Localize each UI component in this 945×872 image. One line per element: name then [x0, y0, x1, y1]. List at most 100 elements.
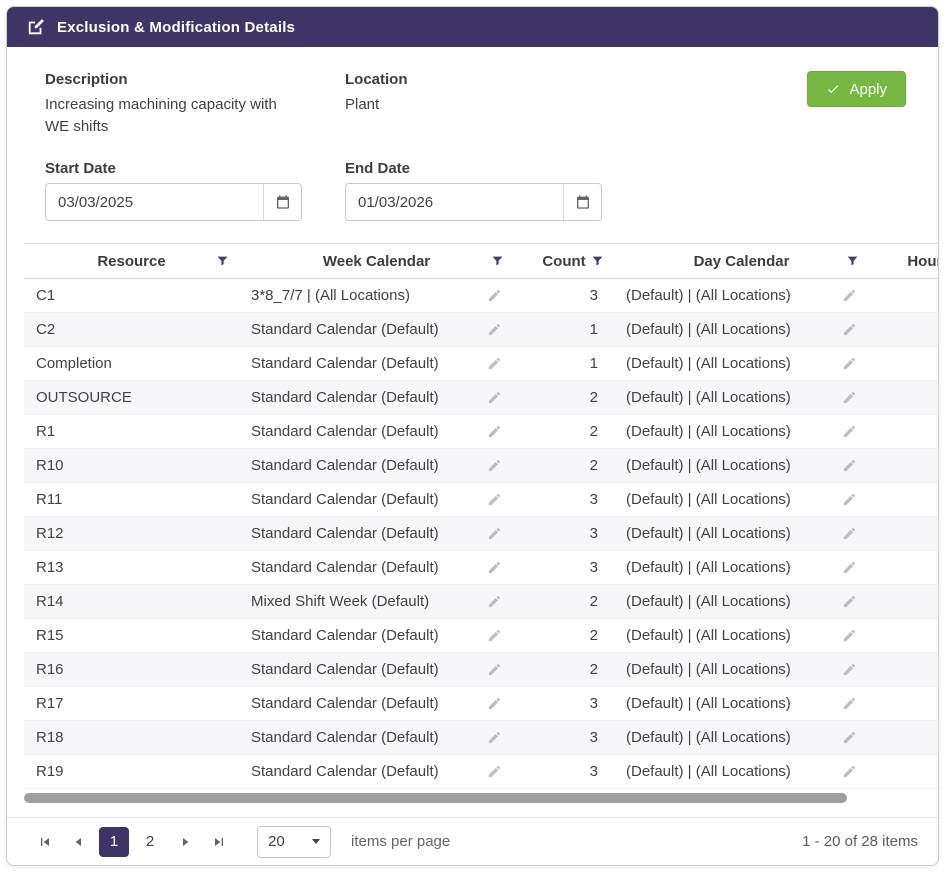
- edit-day-calendar-icon[interactable]: [834, 492, 857, 507]
- table-row: R17 Standard Calendar (Default) 3 (Defau…: [24, 687, 938, 721]
- next-page-button[interactable]: [171, 828, 199, 856]
- edit-week-calendar-icon[interactable]: [479, 322, 502, 337]
- filter-icon[interactable]: [591, 255, 604, 268]
- column-header-resource[interactable]: Resource: [24, 244, 239, 278]
- page-size-dropdown[interactable]: 20: [257, 826, 331, 858]
- hours-cell: [869, 415, 938, 448]
- table-row: R14 Mixed Shift Week (Default) 2 (Defaul…: [24, 585, 938, 619]
- edit-day-calendar-icon[interactable]: [834, 594, 857, 609]
- panel-title: Exclusion & Modification Details: [57, 19, 295, 36]
- edit-day-calendar-icon[interactable]: [834, 458, 857, 473]
- week-calendar-value: Standard Calendar (Default): [251, 491, 439, 508]
- week-calendar-value: 3*8_7/7 | (All Locations): [251, 287, 410, 304]
- start-date-input[interactable]: [46, 184, 263, 220]
- last-page-button[interactable]: [205, 828, 233, 856]
- count-cell: 3: [514, 483, 614, 516]
- edit-day-calendar-icon[interactable]: [834, 764, 857, 779]
- edit-week-calendar-icon[interactable]: [479, 288, 502, 303]
- week-calendar-cell: Standard Calendar (Default): [239, 449, 514, 482]
- hours-cell: [869, 449, 938, 482]
- edit-week-calendar-icon[interactable]: [479, 594, 502, 609]
- week-calendar-value: Standard Calendar (Default): [251, 355, 439, 372]
- day-calendar-value: (Default) | (All Locations): [626, 695, 791, 712]
- edit-week-calendar-icon[interactable]: [479, 764, 502, 779]
- edit-week-calendar-icon[interactable]: [479, 458, 502, 473]
- edit-day-calendar-icon[interactable]: [834, 526, 857, 541]
- edit-week-calendar-icon[interactable]: [479, 390, 502, 405]
- week-calendar-value: Standard Calendar (Default): [251, 729, 439, 746]
- page-button-2[interactable]: 2: [135, 827, 165, 857]
- end-date-picker: [345, 183, 602, 221]
- edit-day-calendar-icon[interactable]: [834, 696, 857, 711]
- filter-icon[interactable]: [846, 255, 859, 268]
- table-row: R16 Standard Calendar (Default) 2 (Defau…: [24, 653, 938, 687]
- resource-cell: C2: [24, 313, 239, 346]
- filter-icon[interactable]: [491, 255, 504, 268]
- day-calendar-value: (Default) | (All Locations): [626, 355, 791, 372]
- start-date-picker: [45, 183, 302, 221]
- filter-icon[interactable]: [216, 255, 229, 268]
- resource-cell: R11: [24, 483, 239, 516]
- edit-week-calendar-icon[interactable]: [479, 696, 502, 711]
- check-icon: [826, 82, 840, 96]
- day-calendar-value: (Default) | (All Locations): [626, 763, 791, 780]
- day-calendar-value: (Default) | (All Locations): [626, 389, 791, 406]
- edit-day-calendar-icon[interactable]: [834, 424, 857, 439]
- week-calendar-value: Mixed Shift Week (Default): [251, 593, 429, 610]
- start-date-label: Start Date: [45, 160, 345, 177]
- count-cell: 3: [514, 551, 614, 584]
- week-calendar-value: Standard Calendar (Default): [251, 627, 439, 644]
- edit-week-calendar-icon[interactable]: [479, 424, 502, 439]
- edit-week-calendar-icon[interactable]: [479, 526, 502, 541]
- end-date-calendar-icon[interactable]: [563, 184, 601, 220]
- week-calendar-cell: Standard Calendar (Default): [239, 721, 514, 754]
- resource-cell: R1: [24, 415, 239, 448]
- week-calendar-cell: Standard Calendar (Default): [239, 381, 514, 414]
- edit-week-calendar-icon[interactable]: [479, 662, 502, 677]
- page-button-1[interactable]: 1: [99, 827, 129, 857]
- apply-button[interactable]: Apply: [807, 71, 906, 107]
- count-cell: 3: [514, 517, 614, 550]
- panel-titlebar: Exclusion & Modification Details: [7, 7, 938, 47]
- description-field: Description Increasing machining capacit…: [45, 71, 345, 138]
- previous-page-button[interactable]: [65, 828, 93, 856]
- column-header-day-calendar[interactable]: Day Calendar: [614, 244, 869, 278]
- edit-day-calendar-icon[interactable]: [834, 560, 857, 575]
- week-calendar-cell: Standard Calendar (Default): [239, 483, 514, 516]
- column-header-week-calendar[interactable]: Week Calendar: [239, 244, 514, 278]
- chevron-down-icon: [312, 839, 320, 844]
- column-header-count[interactable]: Count: [514, 244, 614, 278]
- column-header-hours[interactable]: Hours: [869, 244, 938, 278]
- edit-week-calendar-icon[interactable]: [479, 628, 502, 643]
- edit-week-calendar-icon[interactable]: [479, 492, 502, 507]
- exclusion-modification-panel: Exclusion & Modification Details Descrip…: [6, 6, 939, 866]
- week-calendar-cell: Standard Calendar (Default): [239, 551, 514, 584]
- day-calendar-value: (Default) | (All Locations): [626, 525, 791, 542]
- edit-day-calendar-icon[interactable]: [834, 730, 857, 745]
- hours-cell: [869, 347, 938, 380]
- table-row: C2 Standard Calendar (Default) 1 (Defaul…: [24, 313, 938, 347]
- start-date-calendar-icon[interactable]: [263, 184, 301, 220]
- end-date-input[interactable]: [346, 184, 563, 220]
- horizontal-scrollbar-thumb[interactable]: [24, 793, 847, 803]
- resource-cell: OUTSOURCE: [24, 381, 239, 414]
- count-cell: 2: [514, 381, 614, 414]
- edit-day-calendar-icon[interactable]: [834, 356, 857, 371]
- edit-day-calendar-icon[interactable]: [834, 288, 857, 303]
- count-cell: 3: [514, 755, 614, 788]
- edit-week-calendar-icon[interactable]: [479, 560, 502, 575]
- count-cell: 3: [514, 687, 614, 720]
- edit-day-calendar-icon[interactable]: [834, 628, 857, 643]
- edit-day-calendar-icon[interactable]: [834, 390, 857, 405]
- count-cell: 2: [514, 449, 614, 482]
- week-calendar-cell: Standard Calendar (Default): [239, 313, 514, 346]
- edit-week-calendar-icon[interactable]: [479, 730, 502, 745]
- table-row: R12 Standard Calendar (Default) 3 (Defau…: [24, 517, 938, 551]
- hours-cell: [869, 585, 938, 618]
- first-page-button[interactable]: [31, 828, 59, 856]
- day-calendar-cell: (Default) | (All Locations): [614, 721, 869, 754]
- edit-day-calendar-icon[interactable]: [834, 322, 857, 337]
- edit-week-calendar-icon[interactable]: [479, 356, 502, 371]
- location-field: Location Plant: [345, 71, 645, 116]
- edit-day-calendar-icon[interactable]: [834, 662, 857, 677]
